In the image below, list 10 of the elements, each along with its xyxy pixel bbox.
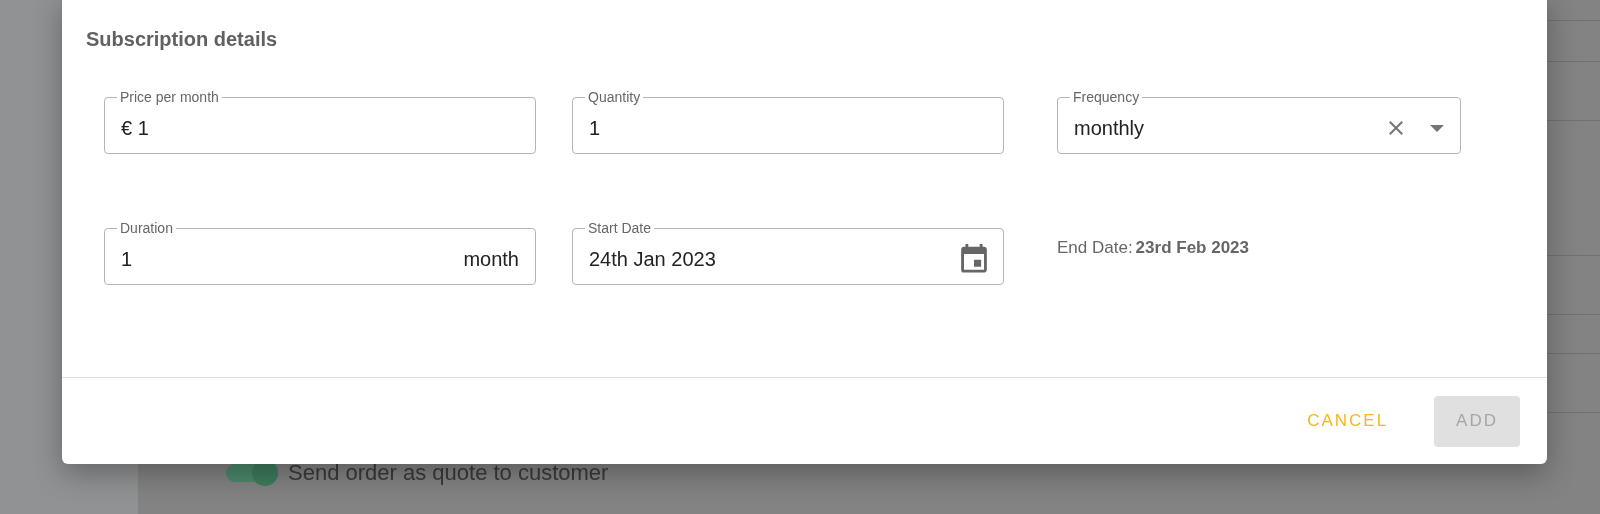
- input-field[interactable]: Price per month € 1: [104, 89, 536, 154]
- input-field[interactable]: Duration 1 month: [104, 220, 536, 285]
- end-date-text: End Date: 23rd Feb 2023: [1057, 238, 1249, 258]
- input-field[interactable]: Quantity 1: [572, 89, 1004, 154]
- date-field[interactable]: Start Date 24th Jan 2023: [572, 220, 1004, 285]
- dialog-title: Subscription details: [86, 28, 279, 51]
- calendar-icon[interactable]: [961, 244, 987, 274]
- toggle-label: Send order as quote to customer: [288, 460, 609, 486]
- select-field[interactable]: Frequency monthly: [1057, 89, 1461, 154]
- dropdown-arrow-icon[interactable]: [1430, 124, 1444, 132]
